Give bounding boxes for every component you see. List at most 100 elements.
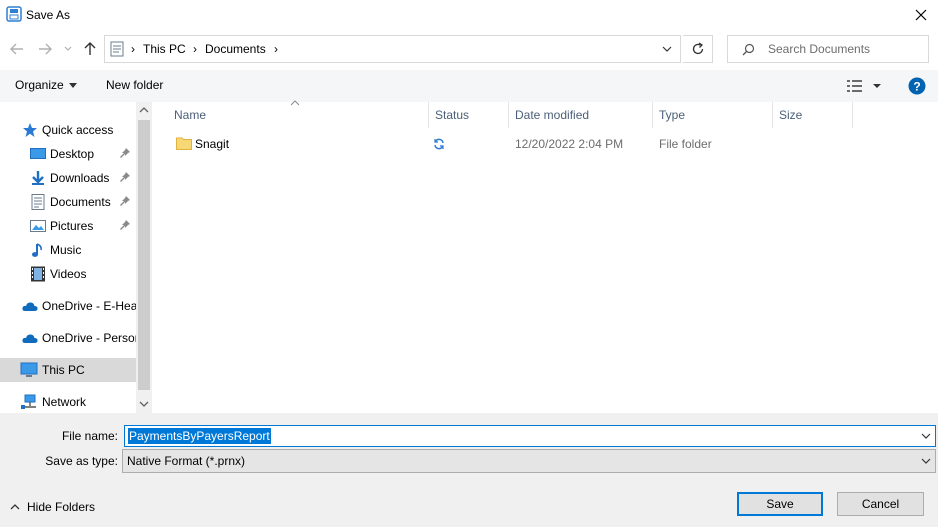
sidebar-item-network[interactable]: Network — [0, 391, 136, 413]
breadcrumb-documents[interactable]: Documents — [205, 42, 266, 56]
help-icon: ? — [908, 77, 926, 95]
sidebar-item-label: OneDrive - Persor — [42, 331, 136, 345]
sidebar-item-label: Music — [50, 243, 82, 257]
breadcrumb-separator: › — [193, 42, 197, 56]
scrollbar-thumb[interactable] — [138, 120, 150, 390]
picture-icon — [30, 218, 46, 234]
sidebar-item-label: Documents — [50, 195, 111, 209]
title-bar: Save As — [0, 0, 938, 30]
chevron-down-icon[interactable] — [921, 433, 931, 439]
sidebar-item-label: This PC — [42, 363, 85, 377]
table-row[interactable]: Snagit 12/20/2022 2:04 PM File folder — [168, 133, 853, 155]
chevron-up-icon — [10, 504, 20, 510]
hide-folders-label: Hide Folders — [27, 500, 96, 514]
breadcrumb-separator[interactable]: › — [274, 42, 278, 56]
sidebar-item-pictures[interactable]: Pictures — [0, 215, 136, 237]
network-icon — [20, 394, 38, 410]
save-as-app-icon — [6, 6, 22, 22]
sidebar-item-videos[interactable]: Videos — [0, 263, 136, 285]
column-header-date-modified[interactable]: Date modified — [509, 102, 653, 128]
up-button[interactable] — [79, 38, 101, 60]
sidebar-item-onedrive-personal[interactable]: OneDrive - Persor — [0, 327, 136, 349]
new-folder-button[interactable]: New folder — [106, 78, 163, 92]
sidebar-item-onedrive-e-health[interactable]: OneDrive - E-Heal — [0, 295, 136, 317]
pin-icon[interactable] — [120, 172, 130, 182]
up-arrow-icon — [84, 42, 96, 55]
cloud-icon — [22, 330, 38, 346]
refresh-icon — [692, 42, 703, 55]
document-location-icon — [110, 41, 124, 57]
date-modified-cell: 12/20/2022 2:04 PM — [515, 137, 624, 151]
type-cell: File folder — [659, 137, 712, 151]
address-bar[interactable]: › This PC › Documents › — [104, 35, 681, 63]
chevron-down-icon[interactable] — [921, 458, 931, 464]
sidebar-item-music[interactable]: Music — [0, 239, 136, 261]
download-icon — [30, 170, 46, 186]
caret-down-icon — [68, 82, 77, 88]
search-icon — [742, 43, 755, 56]
help-button[interactable]: ? — [908, 77, 926, 95]
scroll-down-icon[interactable] — [139, 401, 149, 407]
back-arrow-icon — [10, 43, 23, 55]
organize-menu-button[interactable]: Organize — [15, 78, 77, 92]
video-icon — [30, 266, 46, 282]
sidebar-item-documents[interactable]: Documents — [0, 191, 136, 213]
save-button[interactable]: Save — [737, 492, 823, 516]
document-icon — [30, 194, 46, 210]
scroll-up-icon[interactable] — [139, 107, 149, 113]
desktop-icon — [30, 146, 46, 162]
file-name-field[interactable]: PaymentsByPayersReport — [124, 425, 936, 447]
file-name-input[interactable]: PaymentsByPayersReport — [128, 428, 271, 444]
sidebar-item-label: OneDrive - E-Heal — [42, 299, 136, 313]
column-header-name[interactable]: Name — [168, 102, 429, 128]
cancel-button[interactable]: Cancel — [837, 492, 924, 516]
sidebar-item-label: Network — [42, 395, 87, 409]
close-button[interactable] — [904, 0, 938, 30]
view-options-button[interactable] — [846, 79, 884, 93]
sidebar-item-downloads[interactable]: Downloads — [0, 167, 136, 189]
navigation-pane: Quick access Desktop Downloads Documents… — [0, 102, 152, 413]
file-name-label: File name: — [61, 429, 118, 443]
folder-icon — [176, 136, 192, 150]
sidebar-item-label: Downloads — [50, 171, 110, 185]
star-icon — [22, 122, 38, 138]
back-button[interactable] — [6, 38, 28, 60]
sidebar-item-label: Pictures — [50, 219, 94, 233]
sidebar-item-quick-access[interactable]: Quick access — [0, 119, 136, 141]
sidebar-item-this-pc[interactable]: This PC — [0, 358, 136, 382]
search-box[interactable]: Search Documents — [727, 35, 929, 63]
column-header-type[interactable]: Type — [653, 102, 773, 128]
chevron-down-icon — [64, 46, 72, 51]
sidebar-item-label: Quick access — [42, 123, 114, 137]
details-view-icon — [847, 80, 881, 92]
cloud-icon — [22, 298, 38, 314]
sidebar-item-label: Desktop — [50, 147, 95, 161]
save-as-type-label: Save as type: — [45, 454, 118, 468]
save-as-type-value: Native Format (*.prnx) — [127, 454, 246, 468]
window-title: Save As — [26, 8, 71, 22]
chevron-down-icon — [662, 46, 671, 52]
column-header-status[interactable]: Status — [429, 102, 509, 128]
breadcrumb-this-pc[interactable]: This PC — [143, 42, 186, 56]
computer-icon — [20, 362, 38, 378]
address-dropdown-button[interactable] — [652, 35, 681, 63]
sidebar-item-label: Videos — [50, 267, 87, 281]
svg-text:?: ? — [913, 80, 920, 94]
file-name-cell: Snagit — [195, 137, 230, 151]
forward-arrow-icon — [39, 43, 52, 55]
sync-icon — [433, 138, 445, 150]
breadcrumb-separator: › — [131, 42, 135, 56]
column-header-size[interactable]: Size — [773, 102, 853, 128]
save-as-type-select[interactable]: Native Format (*.prnx) — [122, 449, 936, 473]
search-input[interactable]: Search Documents — [768, 42, 870, 56]
hide-folders-button[interactable]: Hide Folders — [10, 500, 95, 514]
forward-button[interactable] — [34, 38, 56, 60]
sidebar-item-desktop[interactable]: Desktop — [0, 143, 136, 165]
music-icon — [30, 242, 46, 258]
pin-icon[interactable] — [120, 220, 130, 230]
refresh-button[interactable] — [683, 35, 713, 63]
pin-icon[interactable] — [120, 148, 130, 158]
organize-label: Organize — [15, 78, 64, 92]
pin-icon[interactable] — [120, 196, 130, 206]
recent-locations-button[interactable] — [60, 38, 76, 60]
